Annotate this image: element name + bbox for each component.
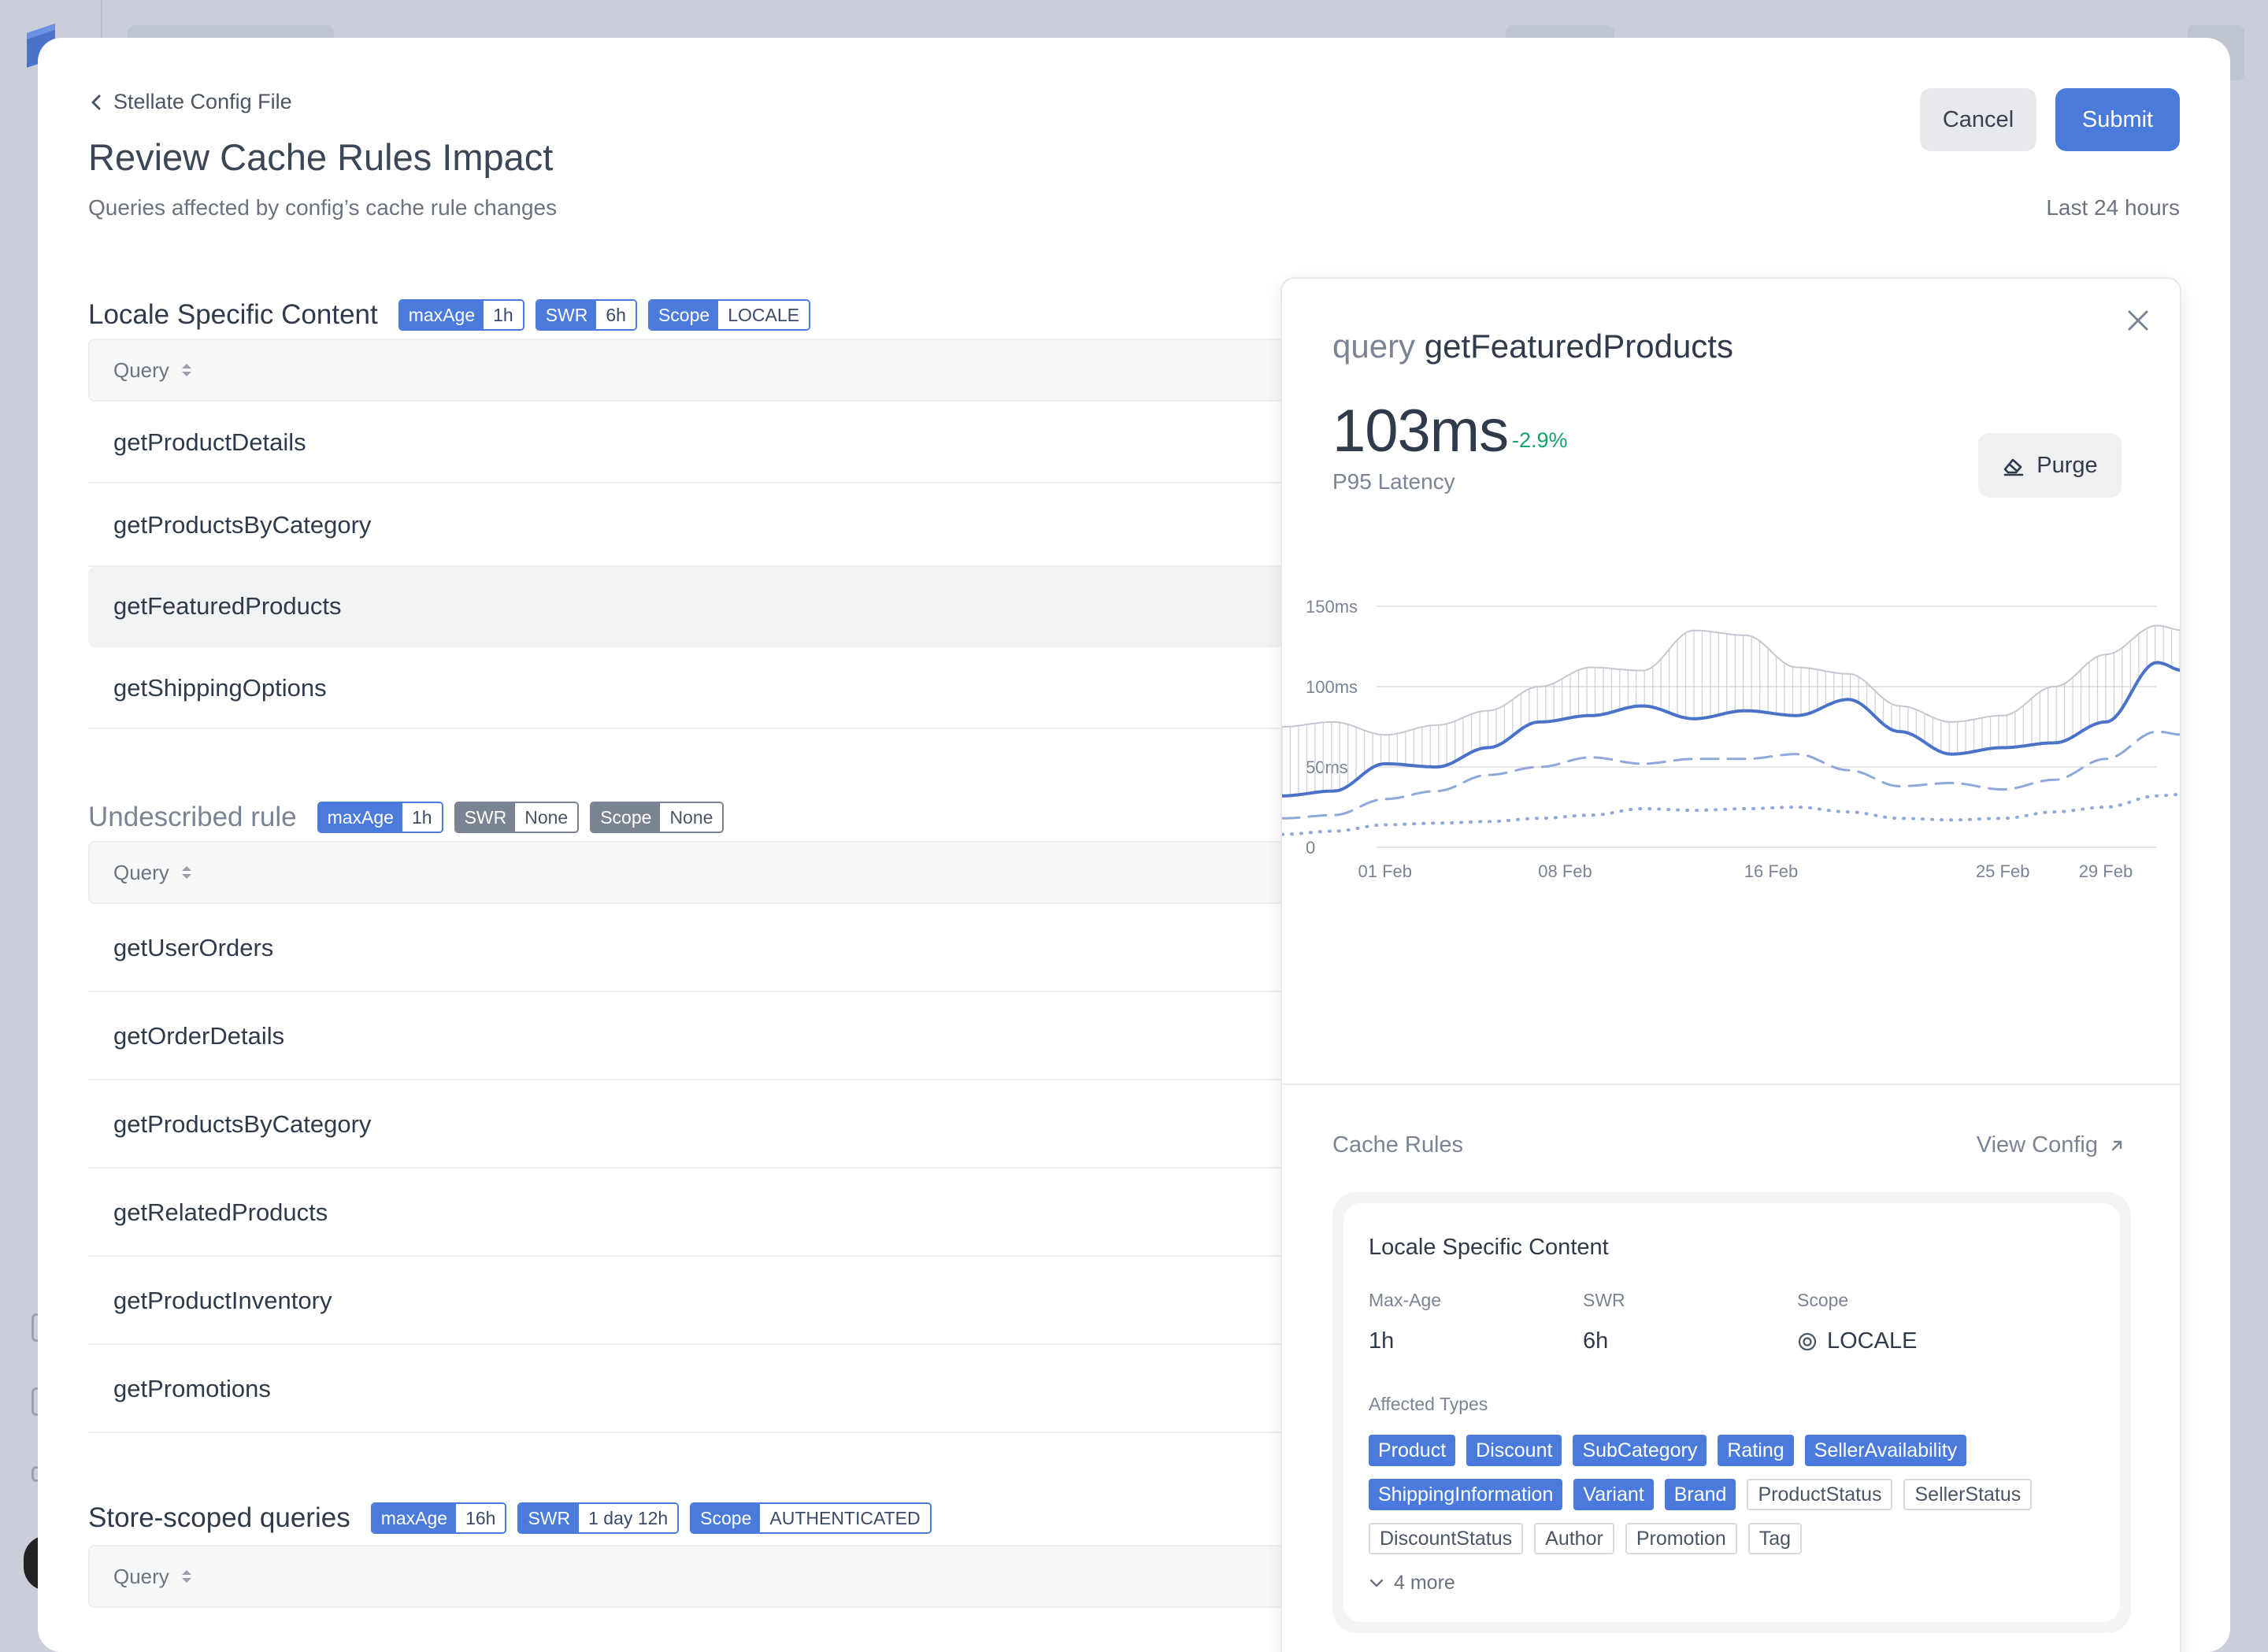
type-chip-active: Product <box>1369 1435 1456 1466</box>
table-row[interactable]: getRelatedProducts <box>88 1170 1332 1257</box>
x-tick-label: 25 Feb <box>1976 861 2030 881</box>
type-chip-inactive: Author <box>1534 1523 1614 1554</box>
type-chip-inactive: Tag <box>1747 1523 1803 1554</box>
type-chip-active: Discount <box>1466 1435 1562 1466</box>
table-row[interactable]: getShippingOptions <box>88 649 1332 729</box>
purge-button[interactable]: Purge <box>1978 433 2122 498</box>
query-column-header[interactable]: Query <box>88 841 1332 904</box>
scope-tag: Scope AUTHENTICATED <box>690 1502 932 1534</box>
x-tick-label: 08 Feb <box>1538 861 1592 881</box>
query-column-header[interactable]: Query <box>88 339 1332 402</box>
type-chip-active: SellerAvailability <box>1804 1435 1967 1466</box>
type-chip-inactive: Promotion <box>1625 1523 1737 1554</box>
table-row[interactable]: getProductDetails <box>88 403 1332 483</box>
query-title: query getFeaturedProducts <box>1332 328 1733 365</box>
show-more-label: 4 more <box>1394 1572 1455 1594</box>
cache-rules-label: Cache Rules <box>1332 1132 1464 1158</box>
view-config-link[interactable]: View Config <box>1977 1132 2125 1158</box>
query-keyword: query <box>1332 328 1416 365</box>
target-icon <box>1798 1332 1817 1350</box>
affected-types-list: Product Discount SubCategory Rating SellerAv… <box>1369 1435 2077 1554</box>
table-row[interactable]: getPromotions <box>88 1346 1332 1433</box>
x-tick-label: 29 Feb <box>2079 861 2133 881</box>
y-tick-label: 100ms <box>1306 677 1358 697</box>
page-subtitle: Queries affected by config’s cache rule … <box>88 195 558 220</box>
maxage-tag: maxAge 1h <box>317 802 443 833</box>
back-link-label: Stellate Config File <box>113 90 292 113</box>
section-header-store-scoped: Store-scoped queries maxAge 16h SWR 1 day … <box>88 1502 932 1534</box>
latency-value: 103ms <box>1332 398 1509 465</box>
type-chip-inactive: ProductStatus <box>1747 1479 1893 1510</box>
type-chip-active: SubCategory <box>1573 1435 1707 1466</box>
series-solid-line <box>1282 661 2180 798</box>
max-age-field: Max-Age 1h <box>1369 1290 1442 1354</box>
scope-field: Scope LOCALE <box>1797 1290 1918 1354</box>
query-column-header[interactable]: Query <box>88 1545 1332 1608</box>
type-chip-active: Variant <box>1573 1479 1654 1510</box>
close-icon[interactable] <box>2125 307 2151 334</box>
back-link[interactable]: Stellate Config File <box>90 90 292 114</box>
cancel-button[interactable]: Cancel <box>1920 88 2036 151</box>
table-row[interactable]: getProductsByCategory <box>88 1082 1332 1169</box>
type-chip-inactive: DiscountStatus <box>1369 1523 1524 1554</box>
scope-tag: Scope LOCALE <box>647 299 810 331</box>
table-row[interactable]: getProductsByCategory <box>88 485 1332 567</box>
scope-value: LOCALE <box>1827 1328 1918 1354</box>
maxage-tag: maxAge 16h <box>370 1502 507 1534</box>
section-header-undescribed: Undescribed rule maxAge 1h SWR None Scope N… <box>88 802 724 833</box>
table-row[interactable]: getUserOrders <box>88 906 1332 992</box>
query-detail-panel: query getFeaturedProducts 103ms -2.9% P9… <box>1280 277 2181 1652</box>
x-tick-label: 16 Feb <box>1744 861 1799 881</box>
purge-label: Purge <box>2036 452 2098 478</box>
cache-rule-card-wrap: Locale Specific Content Max-Age 1h SWR 6… <box>1332 1192 2131 1633</box>
table-row[interactable]: getProductInventory <box>88 1258 1332 1345</box>
swr-tag: SWR 6h <box>535 299 637 331</box>
latency-delta: -2.9% <box>1512 428 1568 452</box>
external-link-icon <box>2111 1140 2122 1150</box>
y-tick-label: 50ms <box>1306 757 1348 777</box>
scope-tag: Scope None <box>590 802 724 833</box>
type-chip-inactive: SellerStatus <box>1903 1479 2033 1510</box>
section-header-locale: Locale Specific Content maxAge 1h SWR 6h S… <box>88 299 810 331</box>
latency-chart: 0 50ms 100ms 150ms 01 Feb 08 Feb 16 Feb 25 Feb 2… <box>1282 597 2180 881</box>
cache-rule-card: Locale Specific Content Max-Age 1h SWR 6… <box>1343 1203 2120 1622</box>
eraser-icon <box>2003 458 2024 476</box>
type-chip-active: ShippingInformation <box>1369 1479 1563 1510</box>
type-chip-active: Brand <box>1664 1479 1736 1510</box>
maxage-tag: maxAge 1h <box>398 299 524 331</box>
affected-types-label: Affected Types <box>1369 1394 1488 1414</box>
type-chip-active: Rating <box>1718 1435 1794 1466</box>
query-name: getFeaturedProducts <box>1424 328 1733 365</box>
y-tick-label: 0 <box>1306 838 1315 857</box>
swr-field: SWR 6h <box>1583 1290 1625 1354</box>
chevron-down-icon <box>1369 1579 1384 1587</box>
table-row-selected[interactable]: getFeaturedProducts <box>88 567 1332 647</box>
chevron-left-icon <box>91 94 101 109</box>
series-dotted-line <box>1282 792 2180 836</box>
time-range-label: Last 24 hours <box>2046 195 2180 220</box>
rule-title: Locale Specific Content <box>1369 1235 1609 1260</box>
view-config-label: View Config <box>1976 1132 2098 1158</box>
sort-icon <box>181 364 191 376</box>
review-modal: Stellate Config File Review Cache Rules … <box>38 38 2230 1652</box>
x-tick-label: 01 Feb <box>1358 861 1412 881</box>
page-title: Review Cache Rules Impact <box>88 136 554 178</box>
sort-icon <box>181 866 191 879</box>
panel-divider <box>1282 1083 2180 1085</box>
swr-tag: SWR 1 day 12h <box>517 1502 680 1534</box>
series-upper-line <box>1282 624 2180 736</box>
section-title: Store-scoped queries <box>88 1502 350 1533</box>
section-title: Locale Specific Content <box>88 299 378 330</box>
section-title: Undescribed rule <box>88 802 297 832</box>
y-tick-label: 150ms <box>1306 597 1358 617</box>
table-row[interactable]: getOrderDetails <box>88 994 1332 1080</box>
swr-tag: SWR None <box>454 802 580 833</box>
latency-label: P95 Latency <box>1332 469 1455 494</box>
sort-icon <box>181 1570 191 1583</box>
show-more-button[interactable]: 4 more <box>1369 1572 1455 1595</box>
submit-button[interactable]: Submit <box>2055 88 2180 151</box>
